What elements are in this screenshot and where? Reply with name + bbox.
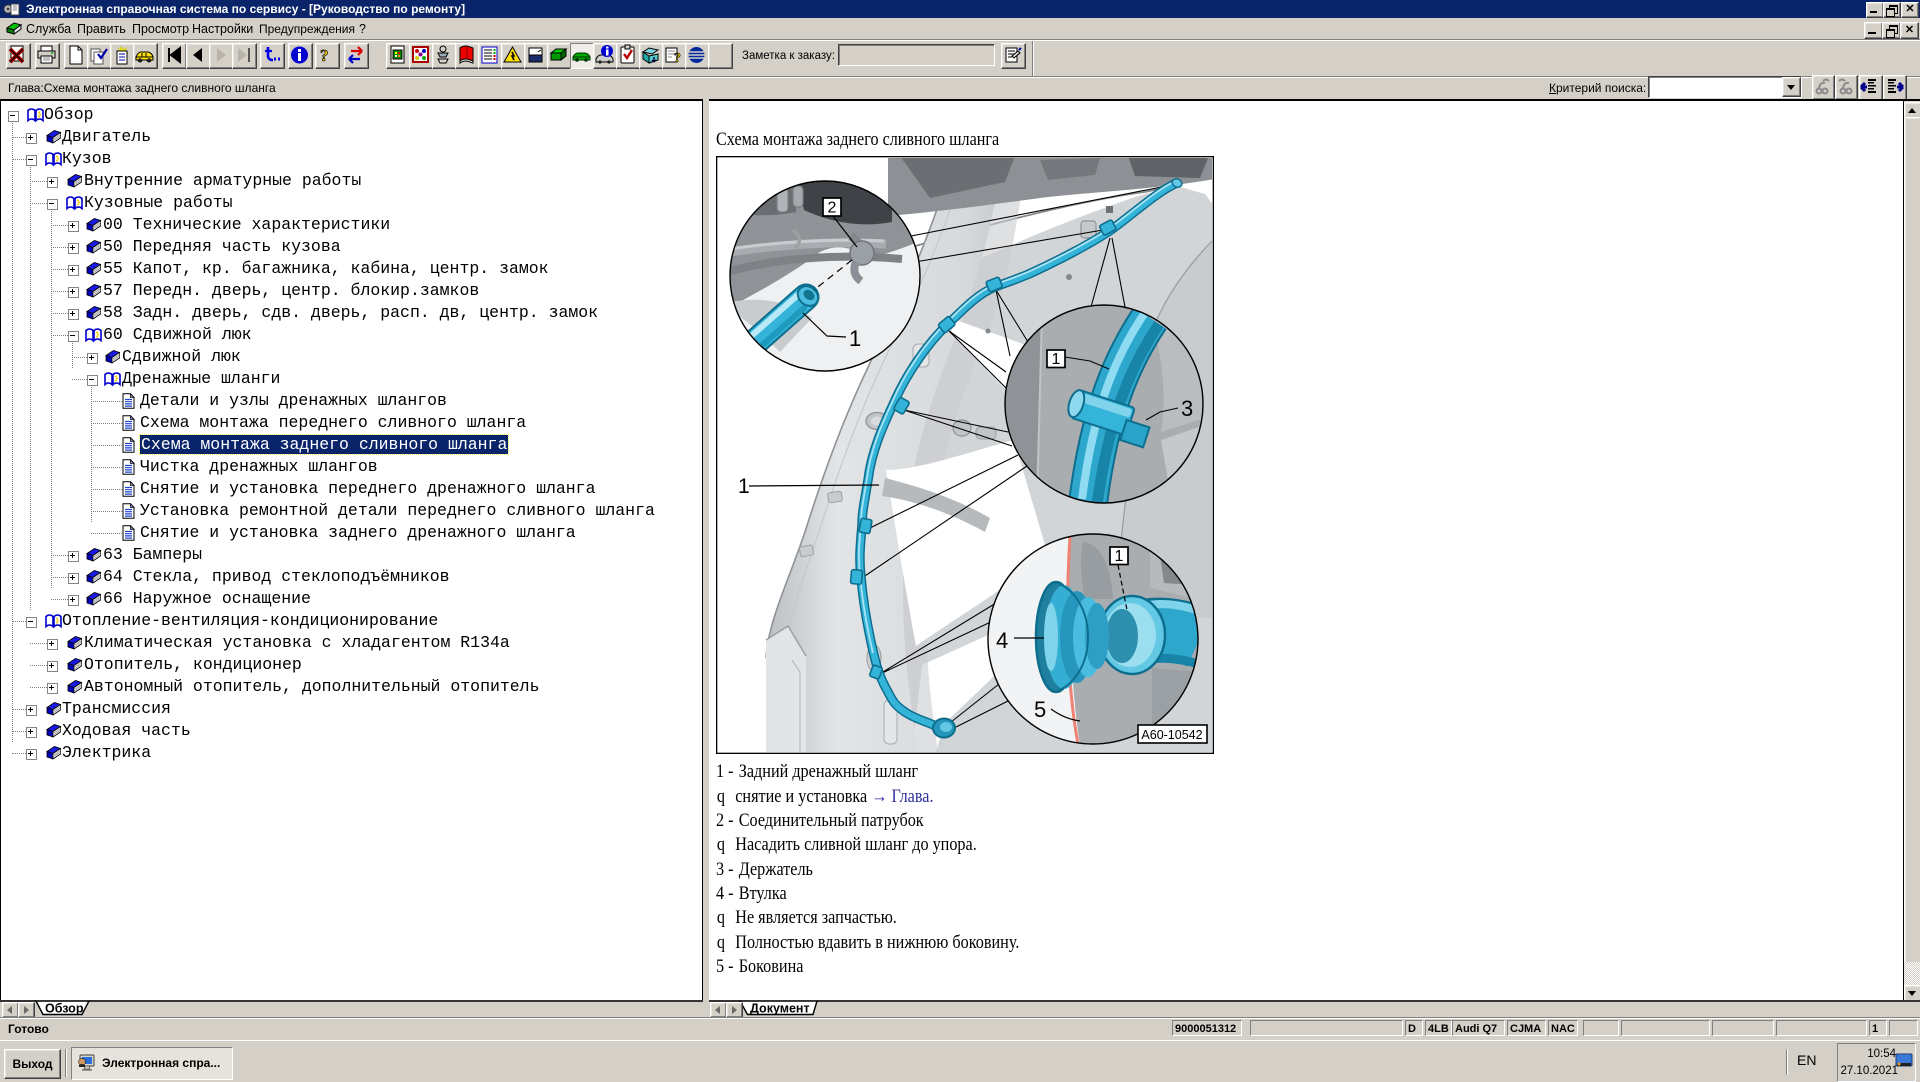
svg-text:?: ? [674,51,681,66]
svg-text:Документ: Документ [750,1002,810,1016]
svg-text:1: 1 [1115,548,1124,565]
svg-text:4: 4 [996,628,1008,653]
svg-text:Обзор: Обзор [45,1002,84,1016]
svg-text:1: 1 [1052,351,1061,368]
svg-text:5: 5 [1034,697,1046,722]
svg-text:3: 3 [1181,396,1193,421]
svg-text:A60-10542: A60-10542 [1141,728,1202,742]
svg-text:2: 2 [828,200,837,217]
svg-text:1: 1 [849,326,861,351]
svg-text:?: ? [320,46,329,65]
svg-text:1: 1 [738,475,750,498]
